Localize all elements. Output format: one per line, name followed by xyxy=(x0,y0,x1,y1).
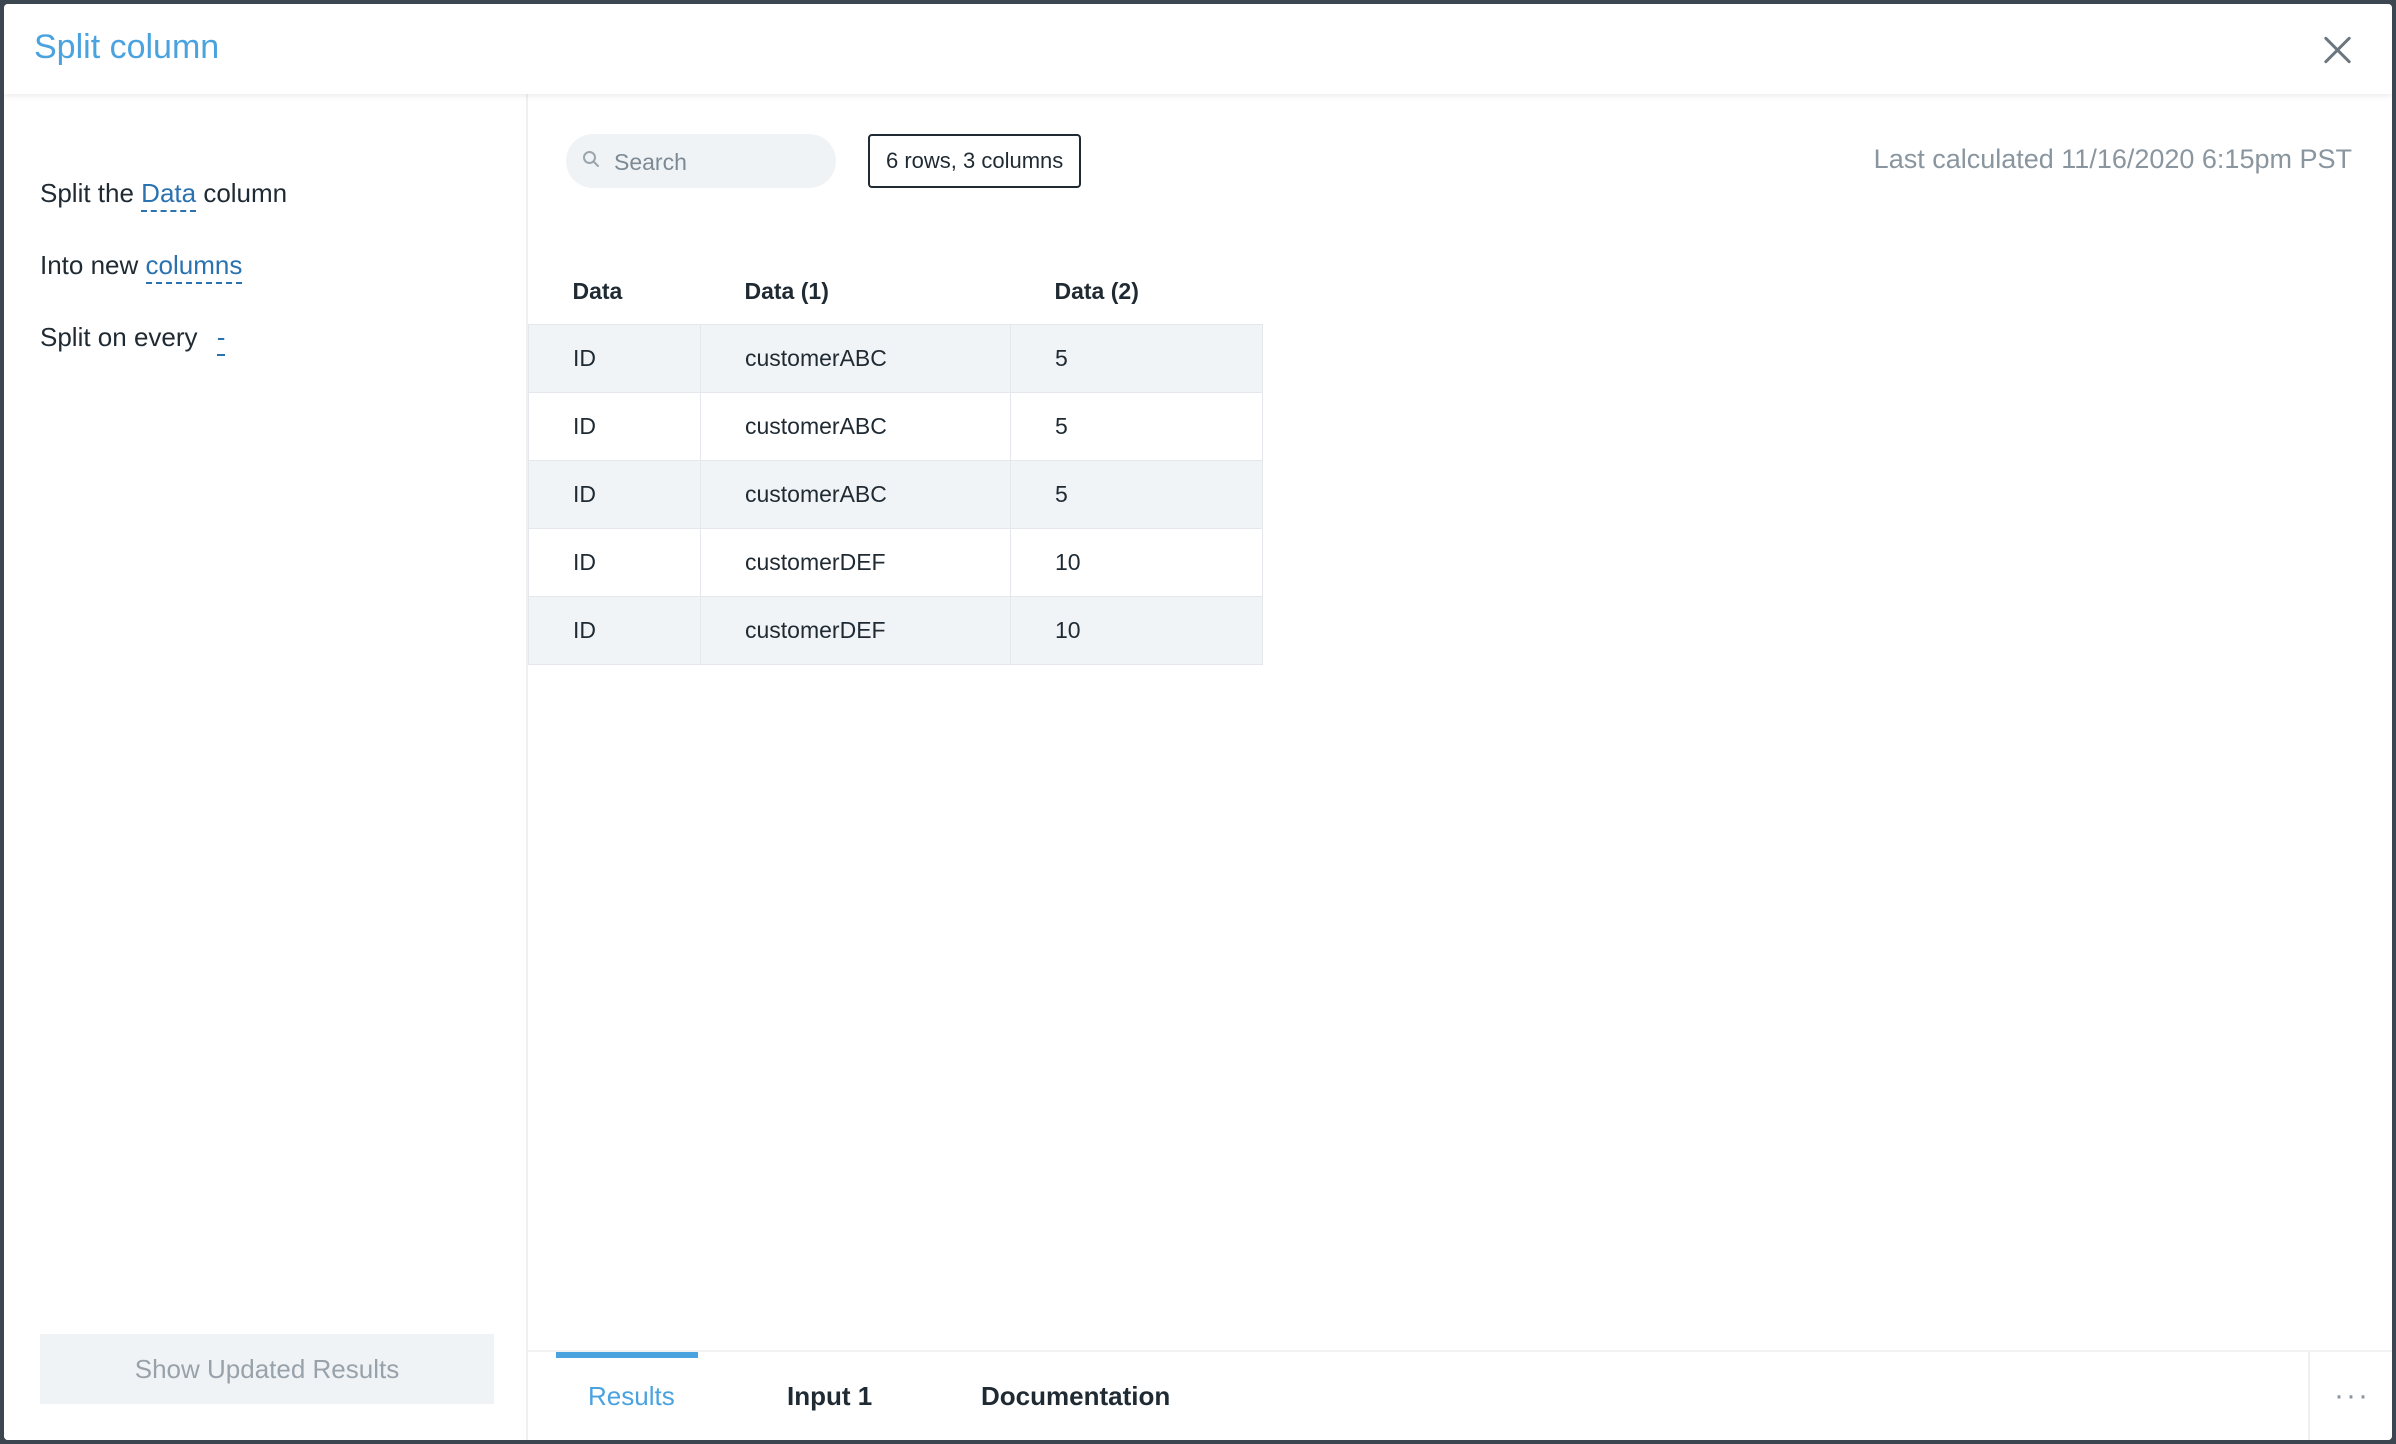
table-cell: 10 xyxy=(1010,528,1263,597)
table-cell: ID xyxy=(528,528,701,597)
search-box[interactable] xyxy=(566,134,836,190)
param-split-on: Split on every - xyxy=(40,322,226,356)
column-selector-link[interactable]: Data xyxy=(141,178,197,212)
table-cell: ID xyxy=(528,392,701,461)
modal-header: Split column xyxy=(4,4,2392,94)
table-cell: 5 xyxy=(1010,460,1263,529)
table-cell: customerABC xyxy=(700,392,1011,461)
param-into-new: Into new columns xyxy=(40,250,243,284)
column-header[interactable]: Data xyxy=(529,258,701,325)
search-input[interactable] xyxy=(612,134,826,190)
more-options-icon[interactable]: ··· xyxy=(2308,1352,2392,1440)
table-row: ID customerABC 5 xyxy=(528,324,1263,393)
table-row: ID customerDEF 10 xyxy=(528,528,1263,597)
split-column-modal: Split column Split the Data column Into … xyxy=(4,4,2392,1440)
table-row: ID customerABC 5 xyxy=(528,392,1263,461)
last-calculated-text: Last calculated 11/16/2020 6:15pm PST xyxy=(1873,144,2352,174)
table-cell: ID xyxy=(528,324,701,393)
table-cell: customerABC xyxy=(700,460,1011,529)
bottom-tab-bar: Results Input 1 Documentation ··· xyxy=(528,1350,2392,1440)
tab-input-1[interactable]: Input 1 xyxy=(787,1352,872,1440)
param-prefix: Into new xyxy=(40,250,146,280)
table-row: ID customerDEF 10 xyxy=(528,596,1263,665)
column-header[interactable]: Data (1) xyxy=(701,258,1011,325)
column-header[interactable]: Data (2) xyxy=(1011,258,1263,325)
param-split-column: Split the Data column xyxy=(40,178,288,212)
table-cell: ID xyxy=(528,596,701,665)
show-updated-results-button[interactable]: Show Updated Results xyxy=(40,1334,494,1404)
table-cell: ID xyxy=(528,460,701,529)
param-prefix: Split the xyxy=(40,178,142,208)
table-cell: 5 xyxy=(1010,324,1263,393)
parameters-sidebar: Split the Data column Into new columns S… xyxy=(4,94,528,1440)
param-suffix: column xyxy=(196,178,288,208)
table-cell: customerDEF xyxy=(700,596,1011,665)
table-cell: 5 xyxy=(1010,392,1263,461)
tab-results[interactable]: Results xyxy=(588,1352,675,1440)
row-count-badge[interactable]: 6 rows, 3 columns xyxy=(868,134,1082,188)
results-table-container: Data Data (1) Data (2) ID customerABC 5 … xyxy=(528,258,1263,665)
search-icon xyxy=(583,151,599,167)
table-header-row: Data Data (1) Data (2) xyxy=(529,258,1263,325)
results-table: Data Data (1) Data (2) ID customerABC 5 … xyxy=(528,258,1263,665)
results-panel: 6 rows, 3 columns Last calculated 11/16/… xyxy=(528,94,2392,1440)
tab-documentation[interactable]: Documentation xyxy=(981,1352,1170,1440)
output-mode-link[interactable]: columns xyxy=(145,250,243,284)
delimiter-link[interactable]: - xyxy=(216,322,226,356)
modal-title: Split column xyxy=(34,28,220,66)
table-row: ID customerABC 5 xyxy=(528,460,1263,529)
table-cell: 10 xyxy=(1010,596,1263,665)
table-cell: customerDEF xyxy=(700,528,1011,597)
close-icon[interactable] xyxy=(2320,32,2356,68)
table-cell: customerABC xyxy=(700,324,1011,393)
param-prefix: Split on every xyxy=(40,322,205,352)
